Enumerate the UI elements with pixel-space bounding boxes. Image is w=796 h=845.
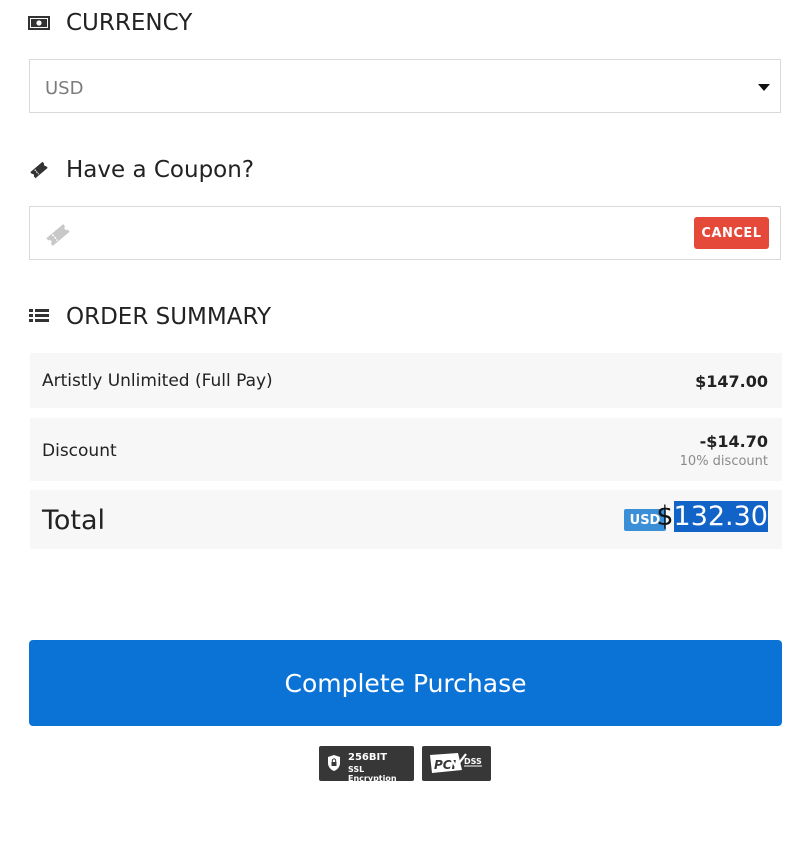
coupon-title: Have a Coupon? (66, 157, 255, 183)
discount-amount: -$14.70 (699, 432, 768, 451)
ssl-text: SSL Encryption (348, 765, 397, 783)
total-amount: $132.30 (656, 501, 768, 532)
currency-heading: CURRENCY (28, 10, 192, 36)
total-row: Total USD $132.30 (30, 490, 782, 549)
ticket-icon (44, 221, 72, 249)
ssl-badge: 256BIT SSL Encryption (319, 746, 414, 783)
discount-label: Discount (42, 441, 117, 461)
order-item-amount: $147.00 (695, 372, 768, 391)
total-value: 132.30 (673, 501, 768, 532)
discount-note: 10% discount (679, 454, 768, 469)
order-summary-title: ORDER SUMMARY (66, 304, 272, 330)
order-summary-heading: ORDER SUMMARY (28, 304, 271, 330)
pci-dss-badge: PCI DSS (422, 746, 491, 781)
dss-text: DSS (464, 757, 482, 766)
list-icon (28, 306, 50, 328)
coupon-input[interactable] (90, 221, 654, 249)
coupon-field: CANCEL (29, 206, 781, 260)
ssl-bits: 256BIT (348, 752, 388, 763)
pci-dss-logo: PCI DSS (430, 753, 482, 773)
ticket-icon (28, 159, 50, 181)
lock-icon (327, 754, 341, 772)
cancel-button[interactable]: CANCEL (694, 217, 769, 249)
currency-select[interactable]: USD (29, 59, 781, 113)
total-label: Total (42, 505, 106, 536)
discount-row: Discount -$14.70 10% discount (30, 418, 782, 481)
coupon-heading: Have a Coupon? (28, 157, 254, 183)
complete-purchase-button[interactable]: Complete Purchase (29, 640, 782, 726)
currency-title: CURRENCY (66, 10, 193, 36)
total-symbol: $ (656, 501, 674, 532)
order-item-label: Artistly Unlimited (Full Pay) (42, 371, 273, 391)
caret-down-icon (758, 84, 770, 91)
order-item-row: Artistly Unlimited (Full Pay) $147.00 (30, 353, 782, 408)
money-icon (28, 12, 50, 34)
currency-select-value: USD (45, 78, 84, 99)
